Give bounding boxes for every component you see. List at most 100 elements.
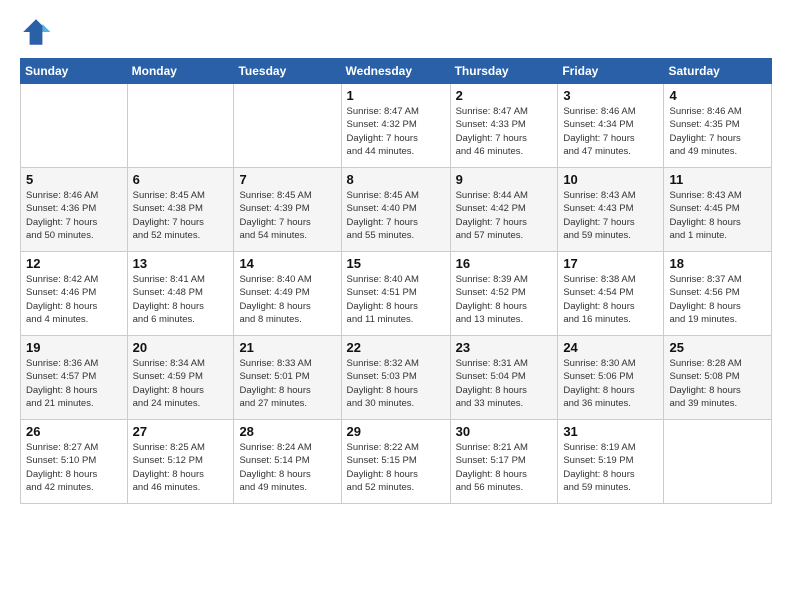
day-info: Sunrise: 8:25 AMSunset: 5:12 PMDaylight:… — [133, 441, 229, 494]
day-info: Sunrise: 8:31 AMSunset: 5:04 PMDaylight:… — [456, 357, 553, 410]
day-number: 4 — [669, 88, 766, 103]
week-row-4: 19 Sunrise: 8:36 AMSunset: 4:57 PMDayligh… — [21, 336, 772, 420]
day-info: Sunrise: 8:45 AMSunset: 4:38 PMDaylight:… — [133, 189, 229, 242]
day-number: 15 — [347, 256, 445, 271]
day-info: Sunrise: 8:40 AMSunset: 4:49 PMDaylight:… — [239, 273, 335, 326]
day-cell: 3Sunrise: 8:46 AMSunset: 4:34 PMDaylight… — [558, 84, 664, 168]
day-number: 24 — [563, 340, 658, 355]
week-row-3: 12 Sunrise: 8:42 AMSunset: 4:46 PMDayligh… — [21, 252, 772, 336]
logo — [20, 16, 56, 48]
day-info: Sunrise: 8:21 AMSunset: 5:17 PMDaylight:… — [456, 441, 553, 494]
day-number: 1 — [347, 88, 445, 103]
day-cell: 19 Sunrise: 8:36 AMSunset: 4:57 PMDayligh… — [21, 336, 128, 420]
day-cell: 4 Sunrise: 8:46 AMSunset: 4:35 PMDaylight… — [664, 84, 772, 168]
day-info: Sunrise: 8:47 AMSunset: 4:33 PMDaylight:… — [456, 105, 553, 158]
page: SundayMondayTuesdayWednesdayThursdayFrid… — [0, 0, 792, 612]
day-number: 5 — [26, 172, 122, 187]
calendar-table: SundayMondayTuesdayWednesdayThursdayFrid… — [20, 58, 772, 504]
day-number: 25 — [669, 340, 766, 355]
day-cell: 15 Sunrise: 8:40 AMSunset: 4:51 PMDayligh… — [341, 252, 450, 336]
day-cell: 30 Sunrise: 8:21 AMSunset: 5:17 PMDayligh… — [450, 420, 558, 504]
day-info: Sunrise: 8:39 AMSunset: 4:52 PMDaylight:… — [456, 273, 553, 326]
day-number: 21 — [239, 340, 335, 355]
header — [20, 16, 772, 48]
day-number: 23 — [456, 340, 553, 355]
day-cell: 14 Sunrise: 8:40 AMSunset: 4:49 PMDayligh… — [234, 252, 341, 336]
day-cell: 9Sunrise: 8:44 AMSunset: 4:42 PMDaylight… — [450, 168, 558, 252]
day-cell: 10 Sunrise: 8:43 AMSunset: 4:43 PMDayligh… — [558, 168, 664, 252]
week-row-1: 1 Sunrise: 8:47 AMSunset: 4:32 PMDaylight… — [21, 84, 772, 168]
day-number: 30 — [456, 424, 553, 439]
day-number: 22 — [347, 340, 445, 355]
day-cell — [127, 84, 234, 168]
day-info: Sunrise: 8:44 AMSunset: 4:42 PMDaylight:… — [456, 189, 553, 242]
day-cell: 2Sunrise: 8:47 AMSunset: 4:33 PMDaylight… — [450, 84, 558, 168]
day-number: 18 — [669, 256, 766, 271]
day-number: 10 — [563, 172, 658, 187]
day-cell — [664, 420, 772, 504]
day-info: Sunrise: 8:38 AMSunset: 4:54 PMDaylight:… — [563, 273, 658, 326]
day-info: Sunrise: 8:27 AMSunset: 5:10 PMDaylight:… — [26, 441, 122, 494]
day-header-sunday: Sunday — [21, 59, 128, 84]
day-header-saturday: Saturday — [664, 59, 772, 84]
day-cell: 7Sunrise: 8:45 AMSunset: 4:39 PMDaylight… — [234, 168, 341, 252]
day-cell: 28Sunrise: 8:24 AMSunset: 5:14 PMDayligh… — [234, 420, 341, 504]
day-cell: 23 Sunrise: 8:31 AMSunset: 5:04 PMDayligh… — [450, 336, 558, 420]
day-number: 19 — [26, 340, 122, 355]
day-cell: 25 Sunrise: 8:28 AMSunset: 5:08 PMDayligh… — [664, 336, 772, 420]
day-cell: 26 Sunrise: 8:27 AMSunset: 5:10 PMDayligh… — [21, 420, 128, 504]
header-row: SundayMondayTuesdayWednesdayThursdayFrid… — [21, 59, 772, 84]
logo-icon — [20, 16, 52, 48]
day-info: Sunrise: 8:41 AMSunset: 4:48 PMDaylight:… — [133, 273, 229, 326]
week-row-5: 26 Sunrise: 8:27 AMSunset: 5:10 PMDayligh… — [21, 420, 772, 504]
day-number: 16 — [456, 256, 553, 271]
day-cell: 27 Sunrise: 8:25 AMSunset: 5:12 PMDayligh… — [127, 420, 234, 504]
day-number: 26 — [26, 424, 122, 439]
day-cell: 11 Sunrise: 8:43 AMSunset: 4:45 PMDayligh… — [664, 168, 772, 252]
day-header-tuesday: Tuesday — [234, 59, 341, 84]
day-cell — [234, 84, 341, 168]
day-info: Sunrise: 8:36 AMSunset: 4:57 PMDaylight:… — [26, 357, 122, 410]
day-cell: 13 Sunrise: 8:41 AMSunset: 4:48 PMDayligh… — [127, 252, 234, 336]
day-cell: 21 Sunrise: 8:33 AMSunset: 5:01 PMDayligh… — [234, 336, 341, 420]
day-cell: 22 Sunrise: 8:32 AMSunset: 5:03 PMDayligh… — [341, 336, 450, 420]
day-info: Sunrise: 8:24 AMSunset: 5:14 PMDaylight:… — [239, 441, 335, 494]
day-info: Sunrise: 8:42 AMSunset: 4:46 PMDaylight:… — [26, 273, 122, 326]
day-info: Sunrise: 8:45 AMSunset: 4:40 PMDaylight:… — [347, 189, 445, 242]
day-info: Sunrise: 8:47 AMSunset: 4:32 PMDaylight:… — [347, 105, 445, 158]
day-number: 11 — [669, 172, 766, 187]
day-header-thursday: Thursday — [450, 59, 558, 84]
day-info: Sunrise: 8:43 AMSunset: 4:45 PMDaylight:… — [669, 189, 766, 242]
day-number: 6 — [133, 172, 229, 187]
day-number: 14 — [239, 256, 335, 271]
day-number: 29 — [347, 424, 445, 439]
day-info: Sunrise: 8:28 AMSunset: 5:08 PMDaylight:… — [669, 357, 766, 410]
day-info: Sunrise: 8:43 AMSunset: 4:43 PMDaylight:… — [563, 189, 658, 242]
day-info: Sunrise: 8:46 AMSunset: 4:36 PMDaylight:… — [26, 189, 122, 242]
day-cell: 1 Sunrise: 8:47 AMSunset: 4:32 PMDaylight… — [341, 84, 450, 168]
day-cell — [21, 84, 128, 168]
day-cell: 24 Sunrise: 8:30 AMSunset: 5:06 PMDayligh… — [558, 336, 664, 420]
day-info: Sunrise: 8:32 AMSunset: 5:03 PMDaylight:… — [347, 357, 445, 410]
day-info: Sunrise: 8:22 AMSunset: 5:15 PMDaylight:… — [347, 441, 445, 494]
day-header-friday: Friday — [558, 59, 664, 84]
day-number: 31 — [563, 424, 658, 439]
day-info: Sunrise: 8:30 AMSunset: 5:06 PMDaylight:… — [563, 357, 658, 410]
day-cell: 8 Sunrise: 8:45 AMSunset: 4:40 PMDaylight… — [341, 168, 450, 252]
day-number: 7 — [239, 172, 335, 187]
day-info: Sunrise: 8:40 AMSunset: 4:51 PMDaylight:… — [347, 273, 445, 326]
day-cell: 31 Sunrise: 8:19 AMSunset: 5:19 PMDayligh… — [558, 420, 664, 504]
day-cell: 18Sunrise: 8:37 AMSunset: 4:56 PMDayligh… — [664, 252, 772, 336]
day-number: 8 — [347, 172, 445, 187]
day-info: Sunrise: 8:33 AMSunset: 5:01 PMDaylight:… — [239, 357, 335, 410]
day-info: Sunrise: 8:46 AMSunset: 4:34 PMDaylight:… — [563, 105, 658, 158]
day-number: 20 — [133, 340, 229, 355]
day-number: 12 — [26, 256, 122, 271]
day-number: 27 — [133, 424, 229, 439]
day-cell: 12 Sunrise: 8:42 AMSunset: 4:46 PMDayligh… — [21, 252, 128, 336]
day-info: Sunrise: 8:19 AMSunset: 5:19 PMDaylight:… — [563, 441, 658, 494]
day-info: Sunrise: 8:46 AMSunset: 4:35 PMDaylight:… — [669, 105, 766, 158]
day-number: 17 — [563, 256, 658, 271]
day-number: 13 — [133, 256, 229, 271]
day-info: Sunrise: 8:34 AMSunset: 4:59 PMDaylight:… — [133, 357, 229, 410]
